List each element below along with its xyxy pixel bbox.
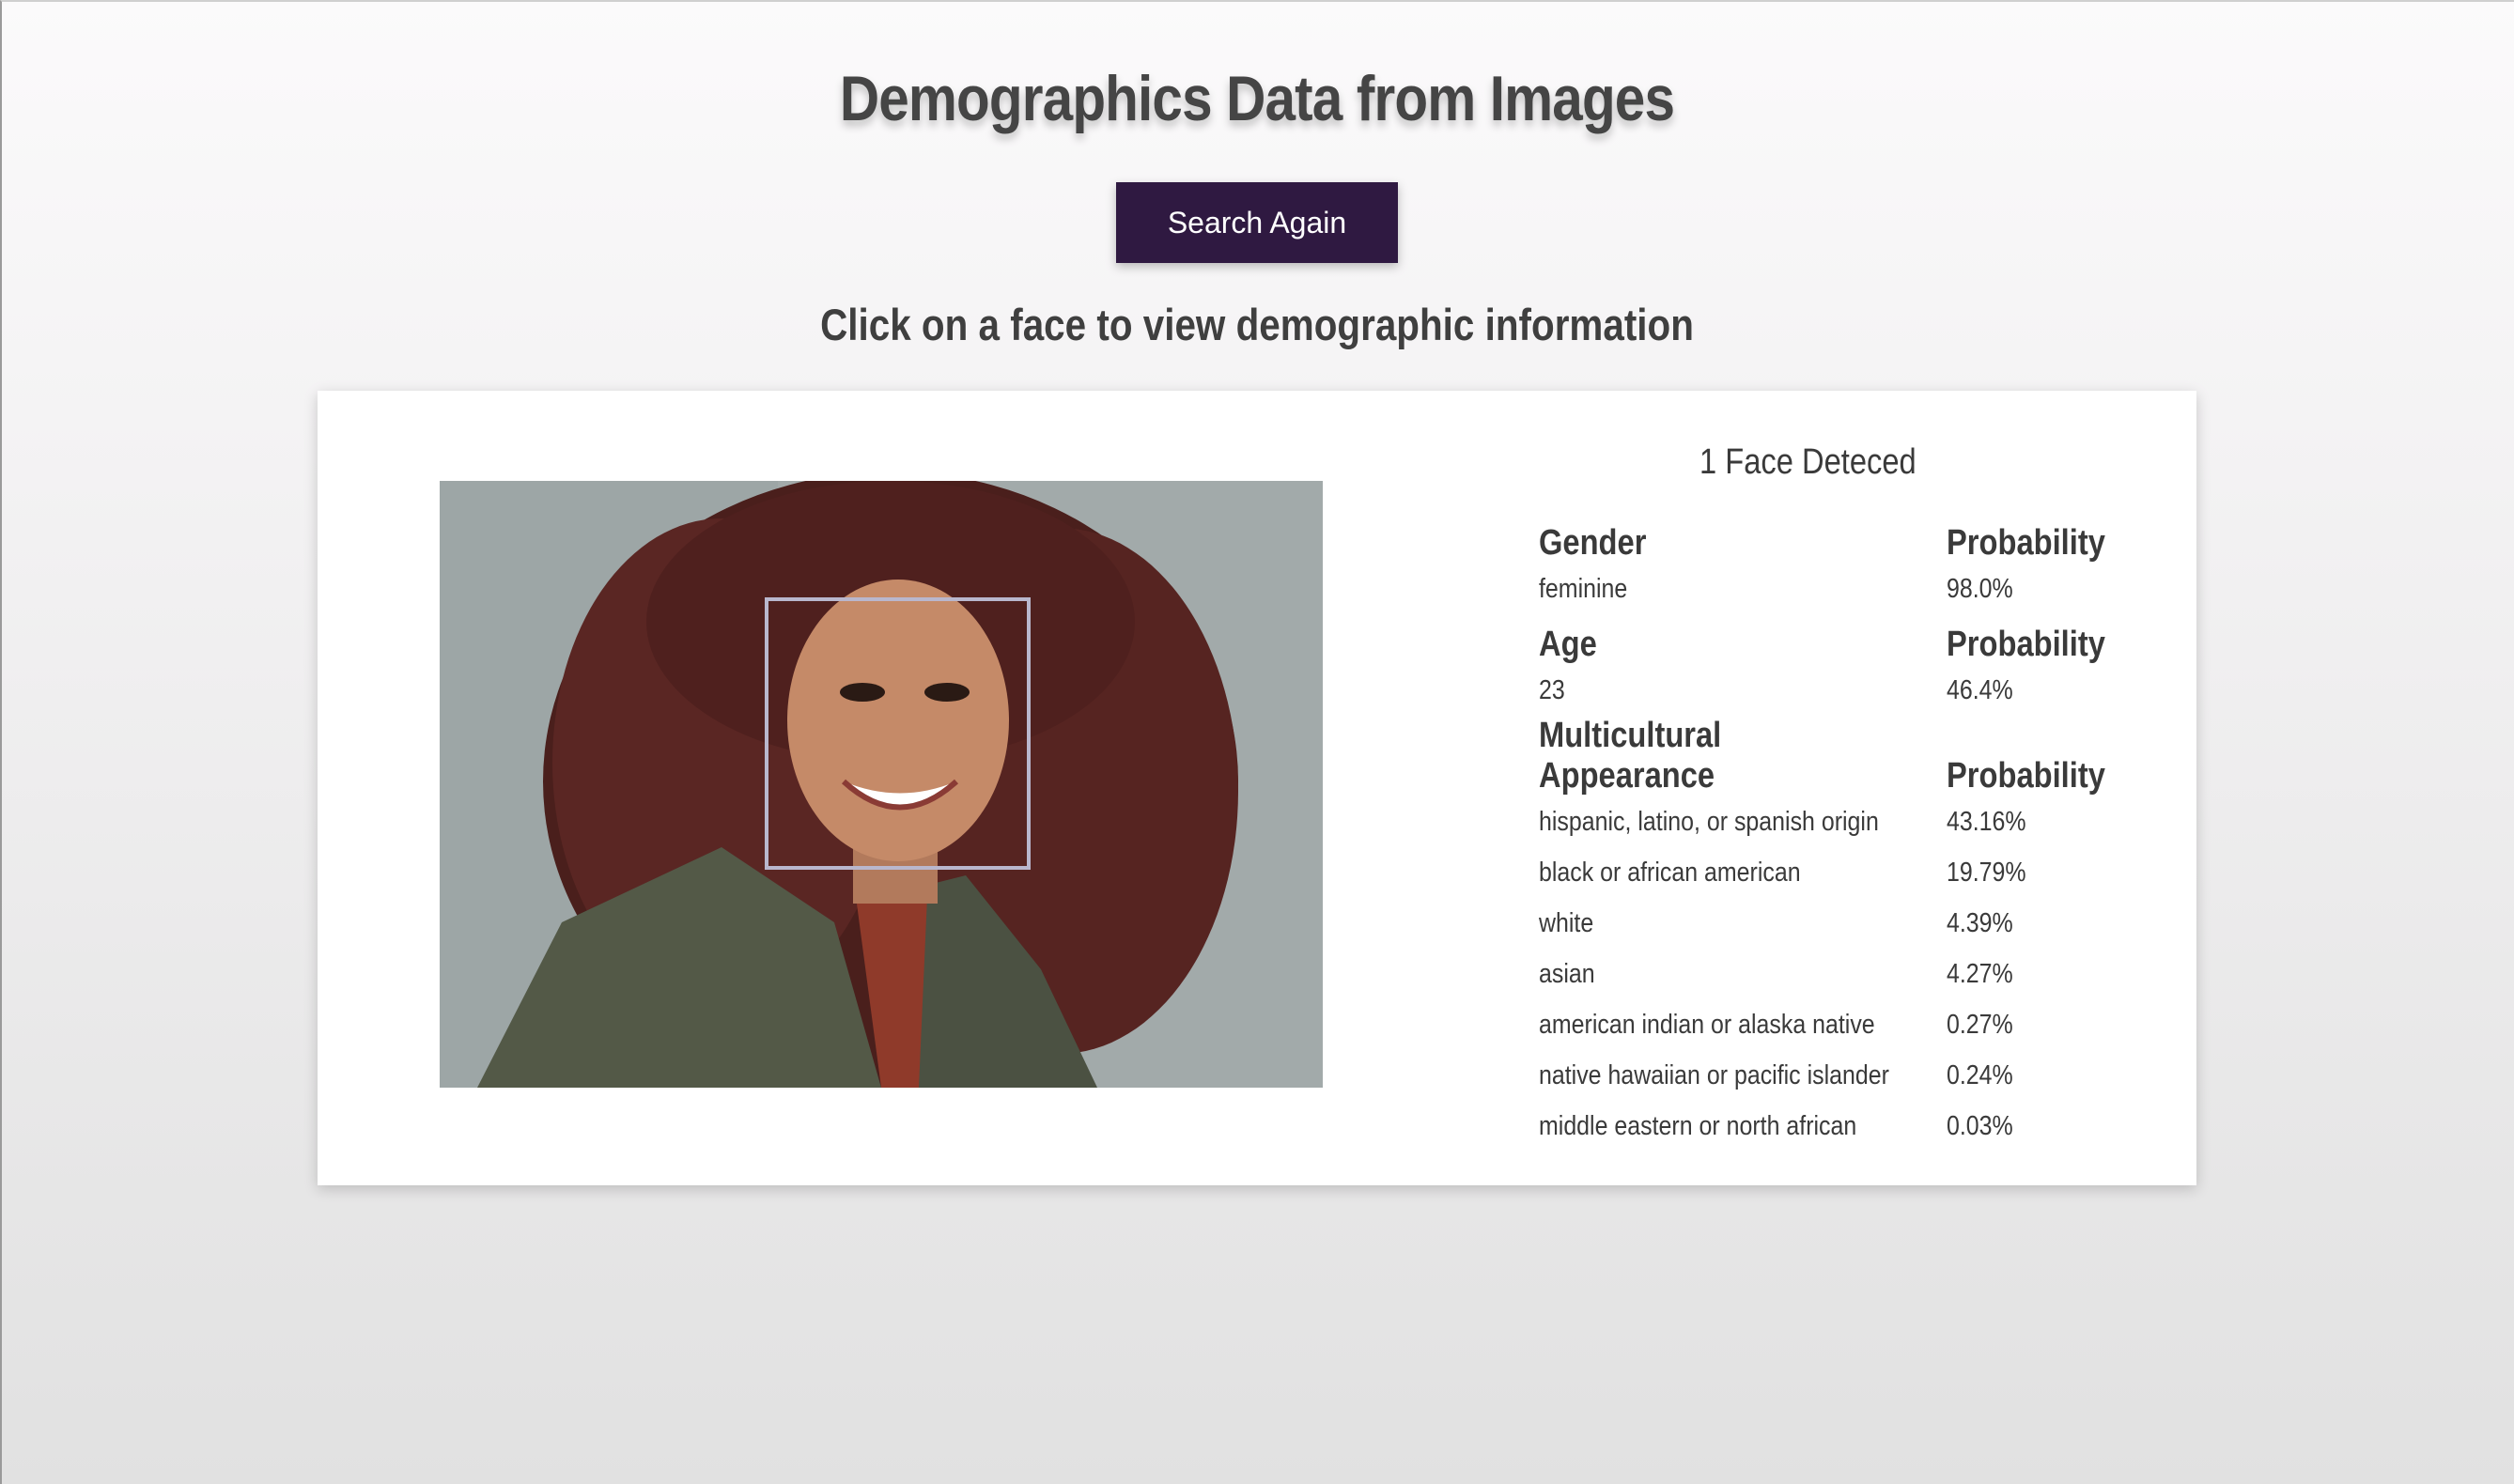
multicultural-label: black or african american <box>1539 857 1801 888</box>
gender-row: feminine 98.0% <box>1539 564 2134 614</box>
gender-header: Gender <box>1539 523 1647 563</box>
multicultural-label: middle eastern or north african <box>1539 1110 1857 1141</box>
multicultural-row: middle eastern or north african 0.03% <box>1539 1101 2134 1152</box>
demographics-panel: 1 Face Deteced Gender Probability feminine… <box>1539 428 2140 1152</box>
gender-header-row: Gender Probability <box>1539 513 2134 564</box>
multicultural-label: asian <box>1539 958 1595 989</box>
face-bounding-box[interactable] <box>765 597 1031 870</box>
multicultural-probability: 4.27% <box>1946 958 2013 989</box>
multicultural-header-row: Multicultural Appearance Probability <box>1539 716 2134 796</box>
multicultural-label: white <box>1539 907 1594 938</box>
multicultural-label: hispanic, latino, or spanish origin <box>1539 806 1879 837</box>
age-header: Age <box>1539 625 1597 664</box>
page-title: Demographics Data from Images <box>839 63 1675 134</box>
gender-probability: 98.0% <box>1946 573 2013 604</box>
multicultural-label: american indian or alaska native <box>1539 1009 1875 1040</box>
multicultural-row: native hawaiian or pacific islander 0.24% <box>1539 1050 2134 1101</box>
age-row: 23 46.4% <box>1539 665 2134 716</box>
multicultural-probability: 0.03% <box>1946 1110 2013 1141</box>
multicultural-row: black or african american 19.79% <box>1539 847 2134 898</box>
instruction-text: Click on a face to view demographic info… <box>820 300 1694 349</box>
multicultural-header: Multicultural Appearance <box>1539 716 1722 796</box>
faces-detected-count: 1 Face Deteced <box>1699 442 1917 482</box>
multicultural-row: hispanic, latino, or spanish origin 43.16… <box>1539 796 2134 847</box>
age-header-row: Age Probability <box>1539 614 2134 665</box>
multicultural-row: american indian or alaska native 0.27% <box>1539 999 2134 1050</box>
gender-label: feminine <box>1539 573 1628 604</box>
gender-probability-header: Probability <box>1946 523 2105 563</box>
age-probability: 46.4% <box>1946 674 2013 705</box>
multicultural-probability: 0.24% <box>1946 1059 2013 1090</box>
multicultural-probability: 43.16% <box>1946 806 2026 837</box>
results-card: 1 Face Deteced Gender Probability feminine… <box>318 391 2196 1185</box>
multicultural-row: white 4.39% <box>1539 898 2134 949</box>
multicultural-probability: 0.27% <box>1946 1009 2013 1040</box>
age-probability-header: Probability <box>1946 625 2105 664</box>
multicultural-label: native hawaiian or pacific islander <box>1539 1059 1889 1090</box>
multicultural-probability-header: Probability <box>1946 756 2105 796</box>
multicultural-probability: 4.39% <box>1946 907 2013 938</box>
age-label: 23 <box>1539 674 1565 705</box>
multicultural-row: asian 4.27% <box>1539 949 2134 999</box>
multicultural-probability: 19.79% <box>1946 857 2026 888</box>
demographics-table: Gender Probability feminine 98.0% Age Probabi… <box>1539 513 2134 1152</box>
uploaded-photo[interactable] <box>440 481 1323 1088</box>
search-again-button[interactable]: Search Again <box>1116 182 1398 263</box>
